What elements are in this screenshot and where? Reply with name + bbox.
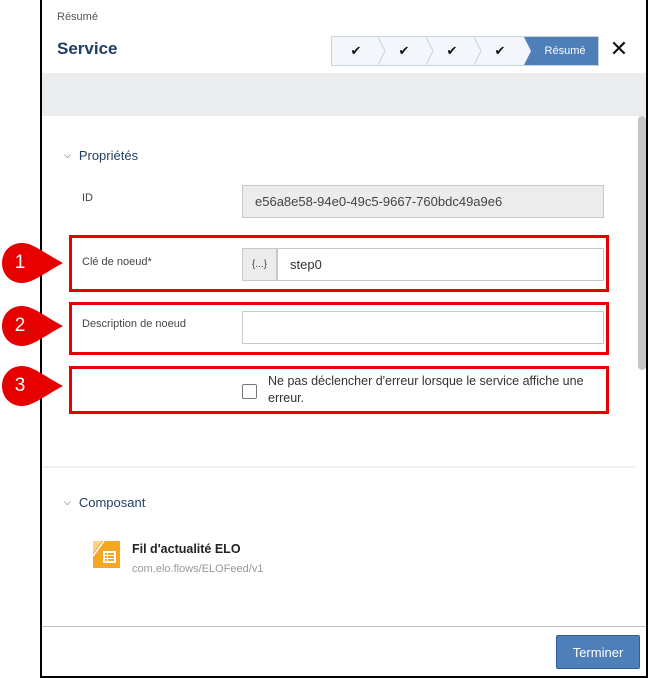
id-field: e56a8e58-94e0-49c5-9667-760bdc49a9e6	[242, 185, 604, 218]
callout-number: 2	[14, 315, 26, 336]
callout-marker-1: 1	[0, 241, 63, 285]
callout-marker-3: 3	[0, 364, 63, 408]
step-2[interactable]: ✔	[380, 37, 434, 65]
component-identifier: com.elo.flows/ELOFeed/v1	[132, 563, 264, 575]
callout-number: 1	[14, 252, 26, 273]
step-3[interactable]: ✔	[428, 37, 482, 65]
wizard-stepper: ✔ ✔ ✔ ✔ Résumé	[331, 36, 599, 66]
check-icon: ✔	[494, 43, 506, 58]
section-component-label: Composant	[78, 495, 146, 510]
highlight-box-2	[69, 302, 609, 355]
scrollbar[interactable]	[638, 116, 646, 370]
dialog-title: Service	[57, 39, 118, 58]
highlight-box-1	[69, 235, 609, 292]
chevron-down-icon: ⌵	[64, 497, 71, 507]
callout-number: 3	[14, 375, 26, 396]
id-label: ID	[82, 192, 93, 204]
step-summary[interactable]: Résumé	[524, 37, 598, 65]
breadcrumb: Résumé	[57, 11, 98, 23]
footer-divider	[42, 626, 646, 627]
check-icon: ✔	[398, 43, 410, 58]
section-component[interactable]: ⌵ Composant	[64, 495, 145, 510]
callout-marker-2: 2	[0, 304, 63, 348]
step-notch	[524, 37, 531, 65]
section-properties-label: Propriétés	[78, 148, 139, 163]
highlight-box-3	[69, 366, 609, 414]
check-icon: ✔	[350, 43, 362, 58]
step-separator	[426, 37, 434, 65]
chevron-down-icon: ⌵	[64, 150, 71, 160]
close-icon[interactable]: ✕	[608, 38, 630, 62]
toolbar-band	[42, 73, 646, 116]
feed-component-icon	[93, 541, 120, 568]
step-1[interactable]: ✔	[332, 37, 386, 65]
step-summary-label: Résumé	[544, 45, 586, 57]
step-separator	[378, 37, 386, 65]
step-4[interactable]: ✔	[476, 37, 524, 65]
step-separator	[474, 37, 482, 65]
section-divider	[42, 466, 636, 468]
section-properties[interactable]: ⌵ Propriétés	[64, 148, 138, 163]
component-name: Fil d'actualité ELO	[132, 542, 241, 556]
finish-button[interactable]: Terminer	[556, 635, 640, 669]
check-icon: ✔	[446, 43, 458, 58]
